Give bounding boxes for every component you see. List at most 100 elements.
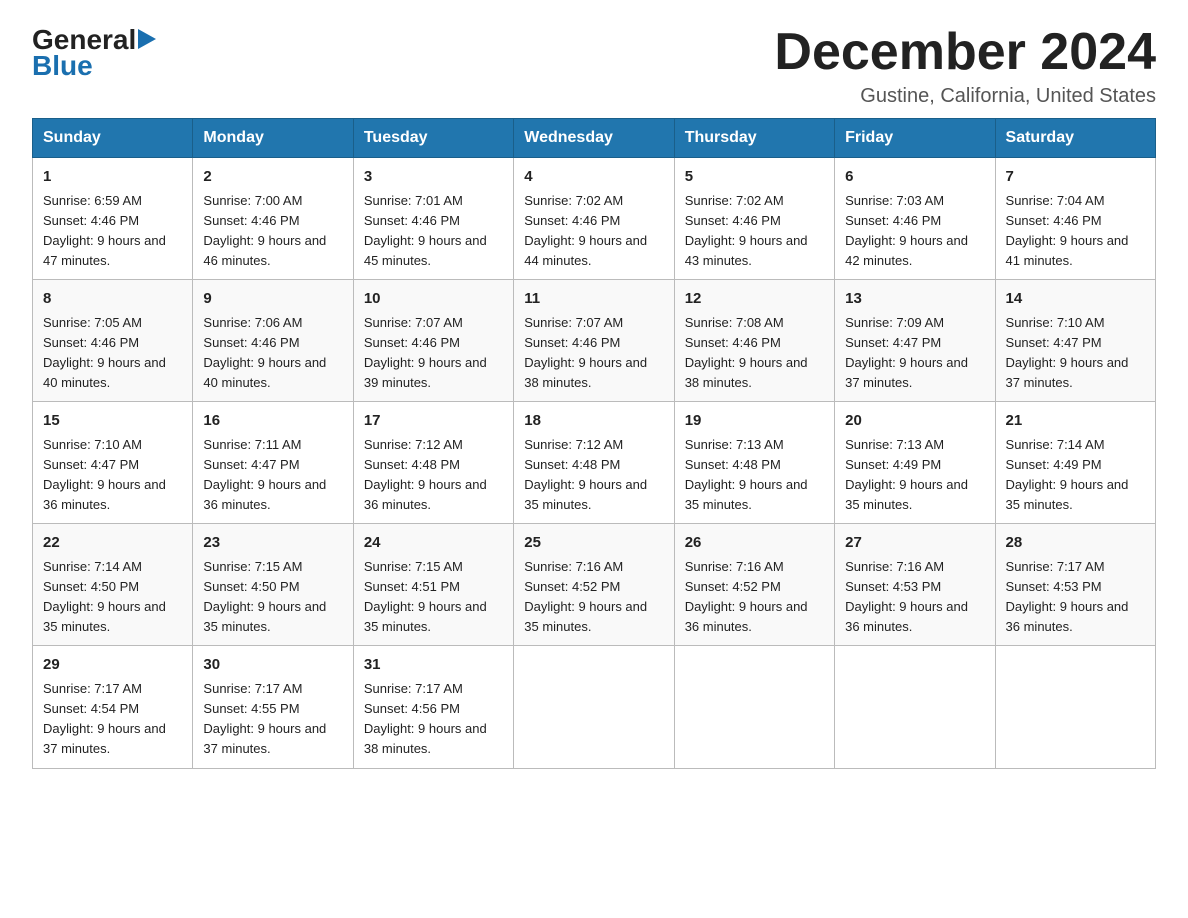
- calendar-week-row: 22Sunrise: 7:14 AMSunset: 4:50 PMDayligh…: [33, 524, 1156, 646]
- calendar-header-row: SundayMondayTuesdayWednesdayThursdayFrid…: [33, 119, 1156, 158]
- calendar-cell: 22Sunrise: 7:14 AMSunset: 4:50 PMDayligh…: [33, 524, 193, 646]
- page-header: General Blue December 2024 Gustine, Cali…: [32, 24, 1156, 108]
- day-info: Sunrise: 7:04 AMSunset: 4:46 PMDaylight:…: [1006, 191, 1145, 272]
- calendar-cell: 27Sunrise: 7:16 AMSunset: 4:53 PMDayligh…: [835, 524, 995, 646]
- calendar-cell: 31Sunrise: 7:17 AMSunset: 4:56 PMDayligh…: [353, 646, 513, 768]
- day-info: Sunrise: 7:02 AMSunset: 4:46 PMDaylight:…: [524, 191, 663, 272]
- day-info: Sunrise: 7:08 AMSunset: 4:46 PMDaylight:…: [685, 313, 824, 394]
- day-number: 22: [43, 532, 182, 555]
- calendar-cell: 30Sunrise: 7:17 AMSunset: 4:55 PMDayligh…: [193, 646, 353, 768]
- day-of-week-header: Wednesday: [514, 119, 674, 158]
- day-number: 26: [685, 532, 824, 555]
- day-info: Sunrise: 7:07 AMSunset: 4:46 PMDaylight:…: [364, 313, 503, 394]
- calendar-cell: [835, 646, 995, 768]
- day-number: 21: [1006, 410, 1145, 433]
- day-number: 29: [43, 654, 182, 677]
- calendar-cell: 29Sunrise: 7:17 AMSunset: 4:54 PMDayligh…: [33, 646, 193, 768]
- calendar-cell: 5Sunrise: 7:02 AMSunset: 4:46 PMDaylight…: [674, 158, 834, 280]
- location-subtitle: Gustine, California, United States: [774, 85, 1156, 108]
- calendar-cell: 7Sunrise: 7:04 AMSunset: 4:46 PMDaylight…: [995, 158, 1155, 280]
- day-info: Sunrise: 7:01 AMSunset: 4:46 PMDaylight:…: [364, 191, 503, 272]
- calendar-cell: 17Sunrise: 7:12 AMSunset: 4:48 PMDayligh…: [353, 402, 513, 524]
- month-title: December 2024: [774, 24, 1156, 81]
- day-number: 10: [364, 288, 503, 311]
- day-info: Sunrise: 7:17 AMSunset: 4:53 PMDaylight:…: [1006, 557, 1145, 638]
- day-of-week-header: Tuesday: [353, 119, 513, 158]
- day-number: 23: [203, 532, 342, 555]
- calendar-cell: 6Sunrise: 7:03 AMSunset: 4:46 PMDaylight…: [835, 158, 995, 280]
- day-info: Sunrise: 7:12 AMSunset: 4:48 PMDaylight:…: [524, 435, 663, 516]
- day-of-week-header: Friday: [835, 119, 995, 158]
- day-info: Sunrise: 7:05 AMSunset: 4:46 PMDaylight:…: [43, 313, 182, 394]
- day-info: Sunrise: 7:10 AMSunset: 4:47 PMDaylight:…: [43, 435, 182, 516]
- day-info: Sunrise: 7:00 AMSunset: 4:46 PMDaylight:…: [203, 191, 342, 272]
- calendar-cell: 4Sunrise: 7:02 AMSunset: 4:46 PMDaylight…: [514, 158, 674, 280]
- calendar-cell: 14Sunrise: 7:10 AMSunset: 4:47 PMDayligh…: [995, 280, 1155, 402]
- day-number: 30: [203, 654, 342, 677]
- day-number: 13: [845, 288, 984, 311]
- day-info: Sunrise: 7:12 AMSunset: 4:48 PMDaylight:…: [364, 435, 503, 516]
- calendar-cell: 2Sunrise: 7:00 AMSunset: 4:46 PMDaylight…: [193, 158, 353, 280]
- day-info: Sunrise: 7:13 AMSunset: 4:48 PMDaylight:…: [685, 435, 824, 516]
- calendar-cell: 28Sunrise: 7:17 AMSunset: 4:53 PMDayligh…: [995, 524, 1155, 646]
- day-of-week-header: Thursday: [674, 119, 834, 158]
- day-number: 28: [1006, 532, 1145, 555]
- day-number: 8: [43, 288, 182, 311]
- day-info: Sunrise: 7:16 AMSunset: 4:53 PMDaylight:…: [845, 557, 984, 638]
- calendar-cell: [995, 646, 1155, 768]
- day-number: 24: [364, 532, 503, 555]
- day-number: 7: [1006, 166, 1145, 189]
- day-number: 14: [1006, 288, 1145, 311]
- calendar-cell: 15Sunrise: 7:10 AMSunset: 4:47 PMDayligh…: [33, 402, 193, 524]
- day-number: 3: [364, 166, 503, 189]
- day-info: Sunrise: 7:17 AMSunset: 4:56 PMDaylight:…: [364, 679, 503, 760]
- day-number: 16: [203, 410, 342, 433]
- calendar-cell: 20Sunrise: 7:13 AMSunset: 4:49 PMDayligh…: [835, 402, 995, 524]
- day-number: 12: [685, 288, 824, 311]
- day-info: Sunrise: 7:15 AMSunset: 4:50 PMDaylight:…: [203, 557, 342, 638]
- calendar-week-row: 15Sunrise: 7:10 AMSunset: 4:47 PMDayligh…: [33, 402, 1156, 524]
- calendar-cell: 24Sunrise: 7:15 AMSunset: 4:51 PMDayligh…: [353, 524, 513, 646]
- day-info: Sunrise: 7:17 AMSunset: 4:55 PMDaylight:…: [203, 679, 342, 760]
- calendar-cell: 8Sunrise: 7:05 AMSunset: 4:46 PMDaylight…: [33, 280, 193, 402]
- day-number: 5: [685, 166, 824, 189]
- day-number: 27: [845, 532, 984, 555]
- day-info: Sunrise: 7:17 AMSunset: 4:54 PMDaylight:…: [43, 679, 182, 760]
- day-of-week-header: Saturday: [995, 119, 1155, 158]
- day-info: Sunrise: 7:02 AMSunset: 4:46 PMDaylight:…: [685, 191, 824, 272]
- day-number: 19: [685, 410, 824, 433]
- calendar-week-row: 1Sunrise: 6:59 AMSunset: 4:46 PMDaylight…: [33, 158, 1156, 280]
- calendar-cell: 12Sunrise: 7:08 AMSunset: 4:46 PMDayligh…: [674, 280, 834, 402]
- day-of-week-header: Sunday: [33, 119, 193, 158]
- day-info: Sunrise: 7:03 AMSunset: 4:46 PMDaylight:…: [845, 191, 984, 272]
- calendar-cell: 1Sunrise: 6:59 AMSunset: 4:46 PMDaylight…: [33, 158, 193, 280]
- calendar-cell: [674, 646, 834, 768]
- calendar-week-row: 29Sunrise: 7:17 AMSunset: 4:54 PMDayligh…: [33, 646, 1156, 768]
- day-of-week-header: Monday: [193, 119, 353, 158]
- calendar-cell: 18Sunrise: 7:12 AMSunset: 4:48 PMDayligh…: [514, 402, 674, 524]
- day-info: Sunrise: 6:59 AMSunset: 4:46 PMDaylight:…: [43, 191, 182, 272]
- calendar-cell: 9Sunrise: 7:06 AMSunset: 4:46 PMDaylight…: [193, 280, 353, 402]
- day-info: Sunrise: 7:16 AMSunset: 4:52 PMDaylight:…: [524, 557, 663, 638]
- title-area: December 2024 Gustine, California, Unite…: [774, 24, 1156, 108]
- calendar-cell: 10Sunrise: 7:07 AMSunset: 4:46 PMDayligh…: [353, 280, 513, 402]
- day-number: 2: [203, 166, 342, 189]
- logo-arrow-icon: [138, 29, 156, 51]
- day-info: Sunrise: 7:11 AMSunset: 4:47 PMDaylight:…: [203, 435, 342, 516]
- day-number: 6: [845, 166, 984, 189]
- logo-area: General Blue: [32, 24, 156, 80]
- calendar-cell: 26Sunrise: 7:16 AMSunset: 4:52 PMDayligh…: [674, 524, 834, 646]
- calendar-cell: 16Sunrise: 7:11 AMSunset: 4:47 PMDayligh…: [193, 402, 353, 524]
- day-number: 31: [364, 654, 503, 677]
- day-number: 18: [524, 410, 663, 433]
- day-number: 1: [43, 166, 182, 189]
- day-number: 4: [524, 166, 663, 189]
- day-info: Sunrise: 7:10 AMSunset: 4:47 PMDaylight:…: [1006, 313, 1145, 394]
- day-number: 11: [524, 288, 663, 311]
- calendar-cell: 3Sunrise: 7:01 AMSunset: 4:46 PMDaylight…: [353, 158, 513, 280]
- calendar-cell: [514, 646, 674, 768]
- day-number: 20: [845, 410, 984, 433]
- day-info: Sunrise: 7:16 AMSunset: 4:52 PMDaylight:…: [685, 557, 824, 638]
- day-info: Sunrise: 7:06 AMSunset: 4:46 PMDaylight:…: [203, 313, 342, 394]
- day-number: 25: [524, 532, 663, 555]
